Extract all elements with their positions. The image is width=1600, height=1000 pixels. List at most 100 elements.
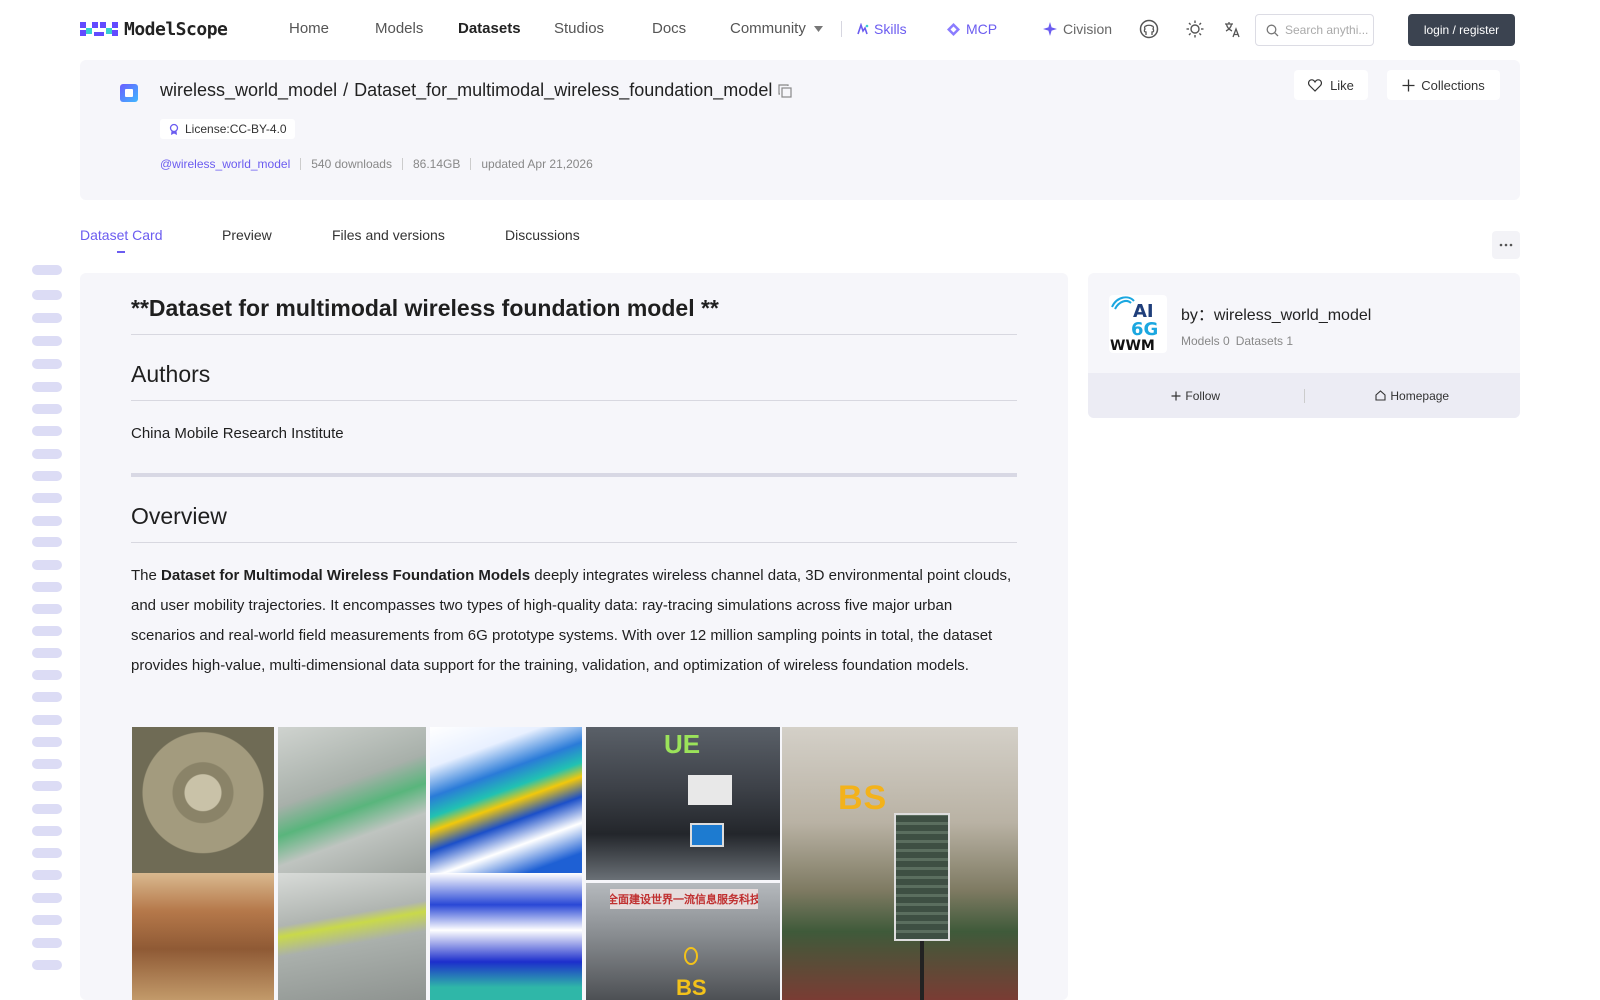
toc-placeholder-item	[32, 382, 62, 392]
toc-placeholder-item	[32, 692, 62, 702]
modelscope-logo-icon	[80, 22, 118, 36]
more-options-button[interactable]	[1492, 231, 1520, 259]
owner-handle-link[interactable]: @wireless_world_model	[160, 157, 290, 171]
overview-heading: Overview	[131, 503, 1017, 543]
bs-label-street: BS	[676, 975, 707, 1000]
card-title: **Dataset for multimodal wireless founda…	[131, 295, 1017, 335]
banner: 全面建设世界一流信息服务科技	[610, 889, 758, 909]
meta-divider	[401, 158, 403, 170]
author-datasets-count[interactable]: Datasets 1	[1236, 334, 1293, 348]
plus-icon	[1402, 79, 1415, 91]
overview-text-bold: Dataset for Multimodal Wireless Foundati…	[161, 567, 531, 584]
plus-icon	[1171, 391, 1181, 400]
toc-placeholder-item	[32, 290, 62, 300]
author-avatar[interactable]: AI 6G WWM	[1109, 295, 1167, 354]
follow-label: Follow	[1185, 388, 1221, 403]
nav-datasets[interactable]: Datasets	[458, 20, 521, 37]
theme-sun-icon[interactable]	[1184, 18, 1206, 40]
toc-placeholder-item	[32, 915, 62, 925]
login-register-button[interactable]: login / register	[1408, 14, 1515, 46]
meta-divider	[300, 158, 302, 170]
toc-placeholder-item	[32, 582, 62, 592]
author-actions: Follow Homepage	[1088, 373, 1520, 418]
collections-button[interactable]: Collections	[1387, 70, 1500, 100]
toc-placeholder-item	[32, 426, 62, 436]
follow-button[interactable]: Follow	[1088, 389, 1304, 403]
toc-placeholder-item	[32, 265, 62, 275]
nav-studios[interactable]: Studios	[554, 20, 604, 37]
language-icon[interactable]	[1221, 18, 1243, 40]
nav-skills[interactable]: Skills	[856, 21, 907, 37]
more-dots-icon	[1499, 243, 1513, 247]
sparkle-icon	[1043, 21, 1057, 36]
toc-placeholder-item	[32, 359, 62, 369]
overview-text-pre: The	[131, 567, 162, 584]
authors-text: China Mobile Research Institute	[131, 425, 344, 442]
title-slash: /	[343, 80, 349, 100]
meta-divider	[470, 158, 472, 170]
like-button[interactable]: Like	[1294, 70, 1368, 100]
dataset-meta: @wireless_world_model 540 downloads 86.1…	[160, 157, 593, 171]
top-navbar: ModelScope Home Models Datasets Studios …	[0, 0, 1600, 58]
dataset-owner-link[interactable]: wireless_world_model	[160, 80, 337, 101]
nav-home[interactable]: Home	[289, 20, 329, 37]
nav-community[interactable]: Community	[730, 20, 823, 37]
toc-placeholder-item	[32, 313, 62, 323]
nav-docs[interactable]: Docs	[652, 20, 686, 37]
nav-models[interactable]: Models	[375, 20, 423, 37]
toc-placeholder-item	[32, 336, 62, 346]
tab-discussions[interactable]: Discussions	[505, 227, 580, 243]
toc-placeholder-item	[32, 604, 62, 614]
mcp-icon	[947, 22, 960, 36]
toc-placeholder-item	[32, 560, 62, 570]
active-tab-indicator	[117, 251, 125, 253]
toc-placeholder-item	[32, 449, 62, 459]
modelscope-logo[interactable]: ModelScope	[80, 18, 228, 40]
3d-scene-model-2	[278, 873, 426, 1000]
tab-dataset-card[interactable]: Dataset Card	[80, 227, 162, 243]
nav-mcp[interactable]: MCP	[946, 21, 997, 37]
laptop	[688, 775, 732, 805]
tab-preview[interactable]: Preview	[222, 227, 272, 243]
author-models-count[interactable]: Models 0	[1181, 334, 1230, 348]
nav-mcp-label: MCP	[966, 21, 998, 37]
antenna-tripod	[920, 941, 924, 1000]
license-badge[interactable]: License:CC-BY-4.0	[160, 119, 295, 139]
author-stats: Models 0 Datasets 1	[1181, 334, 1293, 348]
toc-placeholder-item	[32, 848, 62, 858]
dataset-size: 86.14GB	[412, 157, 461, 171]
toc-placeholder-item	[32, 715, 62, 725]
3d-scene-model-1	[278, 727, 426, 873]
bs-label: BS	[838, 779, 888, 817]
dataset-title: wireless_world_model / Dataset_for_multi…	[160, 80, 792, 101]
ue-label: UE	[664, 729, 701, 759]
search-input[interactable]	[1285, 23, 1373, 37]
nav-divider	[841, 21, 842, 37]
toc-placeholder-item	[32, 670, 62, 680]
nav-civision[interactable]: Civision	[1043, 21, 1112, 37]
tab-files-and-versions[interactable]: Files and versions	[332, 227, 445, 243]
dataset-card-content: **Dataset for multimodal wireless founda…	[80, 273, 1068, 1000]
license-icon	[169, 123, 179, 135]
home-icon	[1375, 390, 1386, 401]
location-pin-icon	[684, 947, 698, 965]
bs-antenna-photo: BS	[782, 727, 1018, 1000]
dataset-icon	[120, 84, 138, 102]
toc-placeholder-item	[32, 537, 62, 547]
copy-icon[interactable]	[778, 83, 792, 98]
heart-icon	[1308, 78, 1323, 92]
dataset-name: Dataset_for_multimodal_wireless_foundati…	[354, 80, 773, 100]
homepage-button[interactable]: Homepage	[1305, 389, 1521, 403]
github-icon[interactable]	[1138, 18, 1160, 40]
logo-6g-text: 6G	[1131, 319, 1158, 340]
nav-civision-label: Civision	[1063, 21, 1113, 37]
author-name[interactable]: by：wireless_world_model	[1181, 301, 1371, 325]
toc-placeholder-item	[32, 516, 62, 526]
aerial-city-image-2	[132, 873, 274, 1000]
point-cloud-image-2	[430, 873, 582, 1000]
overview-paragraph: The Dataset for Multimodal Wireless Foun…	[131, 561, 1017, 681]
search-box[interactable]	[1255, 14, 1374, 46]
toc-placeholder-item	[32, 960, 62, 970]
toc-placeholder-item	[32, 826, 62, 836]
toc-placeholder-item	[32, 893, 62, 903]
